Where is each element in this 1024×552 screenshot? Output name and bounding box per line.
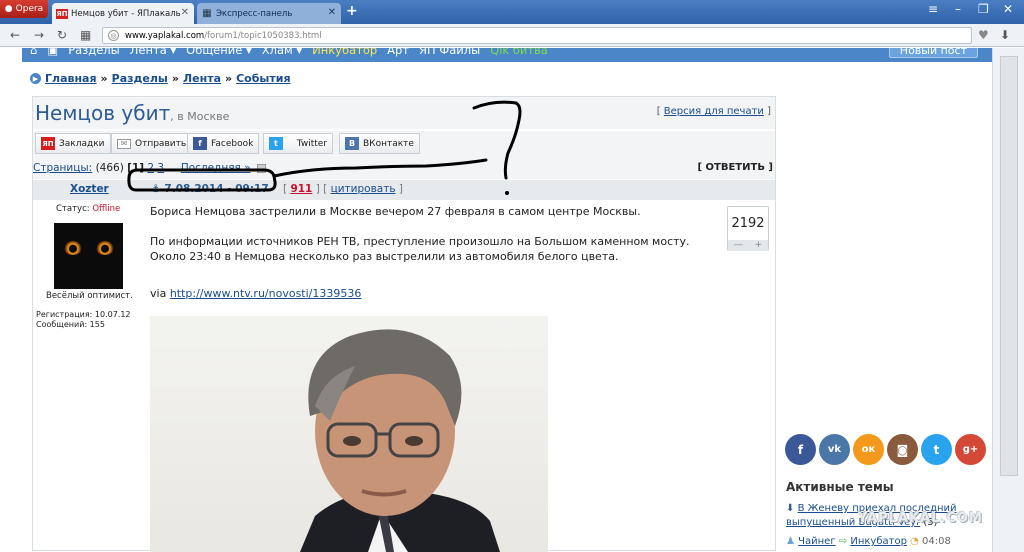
post-source: via http://www.ntv.ru/novosti/1339536 — [150, 287, 362, 300]
rating-value: 2192 — [731, 216, 765, 231]
maximize-button[interactable]: ❐ — [978, 2, 989, 16]
sections-icon[interactable]: ▣ — [47, 48, 58, 57]
speed-dial-icon[interactable]: ▦ — [80, 28, 91, 42]
clock-icon: ◔ — [910, 536, 919, 547]
new-tab-button[interactable]: + — [346, 3, 358, 19]
url-host: www.yaplakal.com — [125, 30, 205, 41]
pages-total: (466) — [95, 162, 124, 174]
avatar-eye-left — [64, 241, 82, 255]
tab-title: Немцов убит - ЯПлакаль — [71, 8, 181, 19]
new-post-button[interactable]: Новый пост — [888, 48, 978, 58]
home-icon[interactable]: ⌂ — [30, 48, 37, 57]
opera-menu-button[interactable]: ● Opera — [0, 0, 48, 18]
nav-item-junk[interactable]: Хлам ▾ — [262, 48, 302, 57]
post-author[interactable]: Xozter — [70, 183, 109, 195]
post-photo[interactable] — [150, 316, 548, 552]
odnoklassniki-social-icon[interactable]: ок — [853, 434, 884, 465]
instagram-social-icon[interactable]: ◙ — [887, 434, 918, 465]
nav-item-feed[interactable]: Лента ▾ — [130, 48, 176, 57]
nav-item-sections[interactable]: Разделы — [68, 48, 120, 57]
tab-title: Экспресс-панель — [216, 8, 293, 19]
pages-label[interactable]: Страницы: — [33, 162, 92, 174]
nav-item-qik-battle[interactable]: Qik битва — [490, 48, 548, 57]
site-watermark: YAPLAKAL.COM — [858, 511, 983, 526]
avatar-eye-right — [96, 241, 114, 255]
user-stats: Регистрация: 10.07.12 Сообщений: 155 — [36, 310, 131, 330]
url-field[interactable]: ◎ www.yaplakal.com/forum1/topic1050383.h… — [102, 27, 972, 44]
opera-logo-icon: ● — [4, 4, 13, 14]
user-info: Статус: Offline Весёлый оптимист. Регист… — [33, 200, 145, 552]
user-status: Статус: Offline — [56, 204, 121, 214]
minimize-button[interactable]: – — [955, 2, 961, 16]
avatar[interactable] — [54, 223, 123, 289]
nav-item-art[interactable]: Арт — [387, 48, 409, 57]
user-registration: Регистрация: 10.07.12 — [36, 310, 131, 319]
active-topic-time: 04:08 — [922, 536, 951, 547]
pin-icon: ⬇ — [786, 503, 795, 514]
close-tab-icon[interactable]: ✕ — [328, 7, 336, 18]
hand-drawn-annotation — [127, 100, 522, 195]
post-paragraph: Бориса Немцова застрелили в Москве вечер… — [150, 205, 641, 218]
yaplakal-icon: ЯП — [41, 137, 55, 150]
heart-icon[interactable]: ♥ — [978, 28, 989, 42]
tab-list-icon[interactable]: ≡ — [928, 2, 938, 16]
breadcrumb-feed[interactable]: Лента — [183, 72, 221, 85]
print-version: [ Версия для печати ] — [656, 106, 771, 117]
post-rating: 2192 — + — [727, 206, 769, 251]
nav-item-files[interactable]: ЯП Файлы — [419, 48, 480, 57]
google-plus-social-icon[interactable]: g+ — [955, 434, 986, 465]
scrollbar[interactable] — [992, 48, 1024, 552]
arrow-right-icon: ⇨ — [838, 536, 848, 547]
reply-button[interactable]: [ ОТВЕТИТЬ ] — [697, 162, 773, 173]
right-sidebar: f vk ок ◙ t g+ Активные темы ⬇ В Женеву … — [780, 62, 992, 552]
active-topics-title: Активные темы — [786, 480, 894, 494]
url-path: /forum1/topic1050383.html — [204, 30, 322, 41]
facebook-social-icon[interactable]: f — [785, 434, 816, 465]
vk-social-icon[interactable]: vk — [819, 434, 850, 465]
forum-icon: ▶ — [30, 73, 41, 84]
post-paragraph: По информации источников РЕН ТВ, преступ… — [150, 235, 690, 263]
yaplakal-favicon-icon: ЯП — [56, 8, 68, 19]
tab-express-panel[interactable]: ▦ Экспресс-панель ✕ — [197, 3, 341, 24]
bookmarks-button[interactable]: ЯП Закладки — [35, 133, 111, 154]
active-topic-meta: ♟ Чайнег ⇨ Инкубатор ◔ 04:08 — [786, 536, 951, 547]
user-title: Весёлый оптимист. — [46, 291, 133, 301]
scrollbar-thumb[interactable] — [1000, 56, 1018, 476]
user-icon: ♟ — [786, 536, 795, 547]
breadcrumb: ▶ Главная » Разделы » Лента » События — [30, 72, 291, 85]
nav-item-communication[interactable]: Общение ▾ — [186, 48, 252, 57]
print-version-link[interactable]: Версия для печати — [664, 106, 764, 117]
back-button[interactable]: ← — [10, 28, 20, 42]
tab-yaplakal[interactable]: ЯП Немцов убит - ЯПлакаль ✕ — [52, 3, 194, 24]
site-top-nav: ⌂ ▣ Разделы Лента ▾ Общение ▾ Хлам ▾ Инк… — [22, 48, 992, 62]
twitter-social-icon[interactable]: t — [921, 434, 952, 465]
rating-minus-button[interactable]: — — [734, 238, 743, 253]
breadcrumb-home[interactable]: Главная — [45, 72, 97, 85]
source-link[interactable]: http://www.ntv.ru/novosti/1339536 — [170, 287, 362, 300]
nav-item-incubator[interactable]: Инкубатор — [312, 48, 377, 57]
address-bar: ← → ↻ ▦ ◎ www.yaplakal.com/forum1/topic1… — [0, 24, 1024, 47]
breadcrumb-events[interactable]: События — [236, 72, 290, 85]
active-topic-user[interactable]: Чайнег — [798, 536, 835, 547]
user-messages: Сообщений: 155 — [36, 320, 105, 329]
active-topic-section[interactable]: Инкубатор — [850, 536, 907, 547]
forward-button[interactable]: → — [34, 28, 44, 42]
globe-icon: ◎ — [108, 30, 119, 41]
rating-plus-button[interactable]: + — [755, 238, 763, 253]
post-body: Бориса Немцова застрелили в Москве вечер… — [150, 200, 770, 552]
breadcrumb-sections[interactable]: Разделы — [112, 72, 168, 85]
close-window-button[interactable]: ✕ — [1003, 2, 1013, 16]
page-left-margin — [0, 62, 22, 552]
close-tab-icon[interactable]: ✕ — [181, 7, 189, 18]
reload-button[interactable]: ↻ — [57, 28, 67, 42]
web-page: ⌂ ▣ Разделы Лента ▾ Общение ▾ Хлам ▾ Инк… — [0, 48, 992, 552]
portrait-image — [300, 329, 500, 552]
browser-tab-bar: ● Opera ЯП Немцов убит - ЯПлакаль ✕ ▦ Эк… — [0, 0, 1024, 24]
download-icon[interactable]: ⬇ — [1000, 28, 1010, 42]
grid-icon: ▦ — [202, 8, 212, 19]
